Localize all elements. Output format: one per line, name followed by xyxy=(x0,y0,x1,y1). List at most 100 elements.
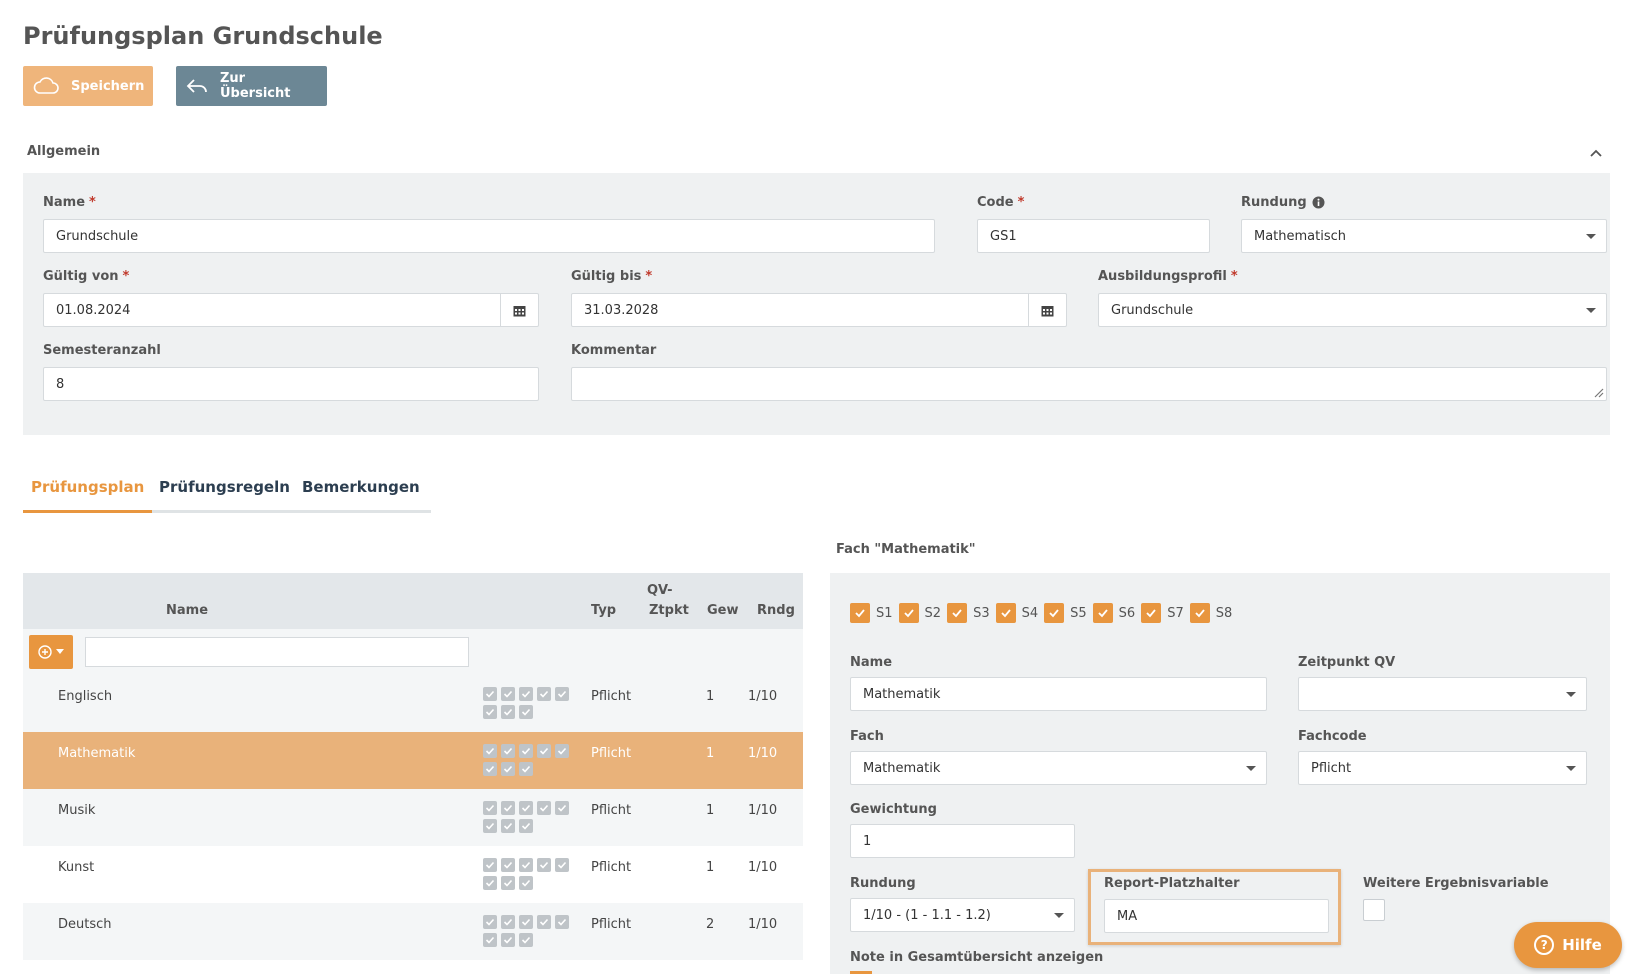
checkbox-checked-icon[interactable] xyxy=(995,603,1016,623)
semester-toggle-s4[interactable]: S4 xyxy=(995,603,1038,623)
checkbox-checked-icon[interactable] xyxy=(1092,603,1113,623)
table-row[interactable]: Deutsch Pflicht 2 1/10 xyxy=(23,903,803,960)
checkbox-checked-icon[interactable] xyxy=(850,603,870,623)
calendar-icon[interactable] xyxy=(1028,294,1066,326)
semester-toggle-s8[interactable]: S8 xyxy=(1189,603,1232,623)
weitere-ergebnisvariable-checkbox[interactable] xyxy=(1363,899,1385,921)
semester-checks xyxy=(483,801,573,833)
name-input[interactable]: Grundschule xyxy=(43,219,935,253)
semester-toggle-s2[interactable]: S2 xyxy=(898,603,941,623)
subject-detail-panel: S1 S2 S3 S4 S5 S6 S7 S8 Name Mathematik Zeitpun… xyxy=(830,573,1610,974)
semester-label: S6 xyxy=(1118,605,1136,621)
check-icon xyxy=(501,933,515,947)
weitere-ergebnisvariable-label: Weitere Ergebnisvariable xyxy=(1363,876,1549,891)
check-icon xyxy=(501,858,515,872)
check-icon xyxy=(555,858,569,872)
chevron-down-icon xyxy=(1586,234,1596,239)
col-header-typ[interactable]: Typ xyxy=(591,603,616,618)
checkbox-checked-icon[interactable] xyxy=(1044,603,1065,623)
col-header-rndg[interactable]: Rndg xyxy=(757,603,795,618)
gewichtung-input[interactable]: 1 xyxy=(850,824,1075,858)
checkbox-checked-icon[interactable] xyxy=(947,603,968,623)
check-icon xyxy=(501,687,515,701)
col-header-name[interactable]: Name xyxy=(166,603,208,618)
check-icon xyxy=(483,744,497,758)
name-filter-input[interactable] xyxy=(85,637,469,667)
fachcode-label: Fachcode xyxy=(1298,729,1367,744)
check-icon xyxy=(519,744,533,758)
semester-toggles: S1 S2 S3 S4 S5 S6 S7 S8 xyxy=(850,603,1234,623)
checkbox-checked-icon[interactable] xyxy=(1141,603,1162,623)
checkbox-checked-icon[interactable] xyxy=(1189,603,1210,623)
col-header-gew[interactable]: Gew xyxy=(707,603,739,618)
tab-bar: Prüfungsplan Prüfungsregeln Bemerkungen xyxy=(23,473,431,513)
table-row[interactable]: Musik Pflicht 1 1/10 xyxy=(23,789,803,846)
check-icon xyxy=(519,705,533,719)
save-button[interactable]: Speichern xyxy=(23,66,153,106)
check-icon xyxy=(537,801,551,815)
help-button-label: Hilfe xyxy=(1562,936,1602,954)
help-button[interactable]: ? Hilfe xyxy=(1514,922,1622,968)
check-icon xyxy=(483,762,497,776)
check-icon xyxy=(537,744,551,758)
check-icon xyxy=(501,819,515,833)
fach-label: Fach xyxy=(850,729,884,744)
semester-toggle-s3[interactable]: S3 xyxy=(947,603,990,623)
semester-toggle-s7[interactable]: S7 xyxy=(1141,603,1184,623)
check-icon xyxy=(537,858,551,872)
detail-rundung-select[interactable]: 1/10 - (1 - 1.1 - 1.2) xyxy=(850,898,1075,932)
fach-select[interactable]: Mathematik xyxy=(850,751,1267,785)
kommentar-textarea[interactable] xyxy=(571,367,1607,401)
row-name: Musik xyxy=(58,803,96,818)
back-to-overview-button[interactable]: Zur Übersicht xyxy=(176,66,327,106)
row-name: Englisch xyxy=(58,689,113,704)
row-name: Mathematik xyxy=(58,746,136,761)
semester-toggle-s6[interactable]: S6 xyxy=(1092,603,1136,623)
check-icon xyxy=(483,705,497,719)
add-subject-button[interactable] xyxy=(29,635,73,669)
table-row-selected[interactable]: Mathematik Pflicht 1 1/10 xyxy=(23,732,803,789)
chevron-up-icon[interactable] xyxy=(1588,146,1604,160)
detail-name-input[interactable]: Mathematik xyxy=(850,677,1267,711)
row-name: Deutsch xyxy=(58,917,112,932)
check-icon xyxy=(501,801,515,815)
kommentar-label: Kommentar xyxy=(571,343,657,358)
ausbildungsprofil-select[interactable]: Grundschule xyxy=(1098,293,1607,327)
table-row[interactable]: Kunst Pflicht 1 1/10 xyxy=(23,846,803,903)
fachcode-select[interactable]: Pflicht xyxy=(1298,751,1587,785)
row-typ: Pflicht xyxy=(591,689,632,704)
check-icon xyxy=(483,801,497,815)
zeitpunkt-qv-select[interactable] xyxy=(1298,677,1587,711)
check-icon xyxy=(483,915,497,929)
check-icon xyxy=(519,801,533,815)
semester-toggle-s5[interactable]: S5 xyxy=(1044,603,1087,623)
row-typ: Pflicht xyxy=(591,860,632,875)
row-gew: 1 xyxy=(706,746,715,761)
col-header-qv-line2[interactable]: Ztpkt xyxy=(649,603,689,618)
general-panel: Name * Grundschule Code * GS1 Rundung Math… xyxy=(23,173,1610,435)
resize-handle-icon[interactable] xyxy=(1592,386,1604,398)
semesteranzahl-input[interactable]: 8 xyxy=(43,367,539,401)
tab-pruefungsplan[interactable]: Prüfungsplan xyxy=(31,478,144,496)
check-icon xyxy=(519,876,533,890)
code-input[interactable]: GS1 xyxy=(977,219,1210,253)
tab-bemerkungen[interactable]: Bemerkungen xyxy=(302,478,420,496)
gueltig-bis-input[interactable]: 31.03.2028 xyxy=(571,293,1067,327)
plus-circle-icon xyxy=(38,645,52,659)
semester-checks xyxy=(483,744,573,776)
page-title: Prüfungsplan Grundschule xyxy=(23,22,383,50)
col-header-qv-line1[interactable]: QV- xyxy=(647,583,673,598)
calendar-icon[interactable] xyxy=(500,294,538,326)
row-typ: Pflicht xyxy=(591,746,632,761)
info-icon[interactable] xyxy=(1312,196,1325,209)
gueltig-von-input[interactable]: 01.08.2024 xyxy=(43,293,539,327)
semester-label: S1 xyxy=(876,605,893,621)
semester-toggle-s1[interactable]: S1 xyxy=(850,603,893,623)
semester-label: S3 xyxy=(973,605,990,621)
rundung-select[interactable]: Mathematisch xyxy=(1241,219,1607,253)
tab-pruefungsregeln[interactable]: Prüfungsregeln xyxy=(159,478,290,496)
table-row[interactable]: Englisch Pflicht 1 1/10 xyxy=(23,675,803,732)
report-platzhalter-input[interactable]: MA xyxy=(1104,899,1329,933)
checkbox-checked-icon[interactable] xyxy=(898,603,919,623)
row-typ: Pflicht xyxy=(591,803,632,818)
